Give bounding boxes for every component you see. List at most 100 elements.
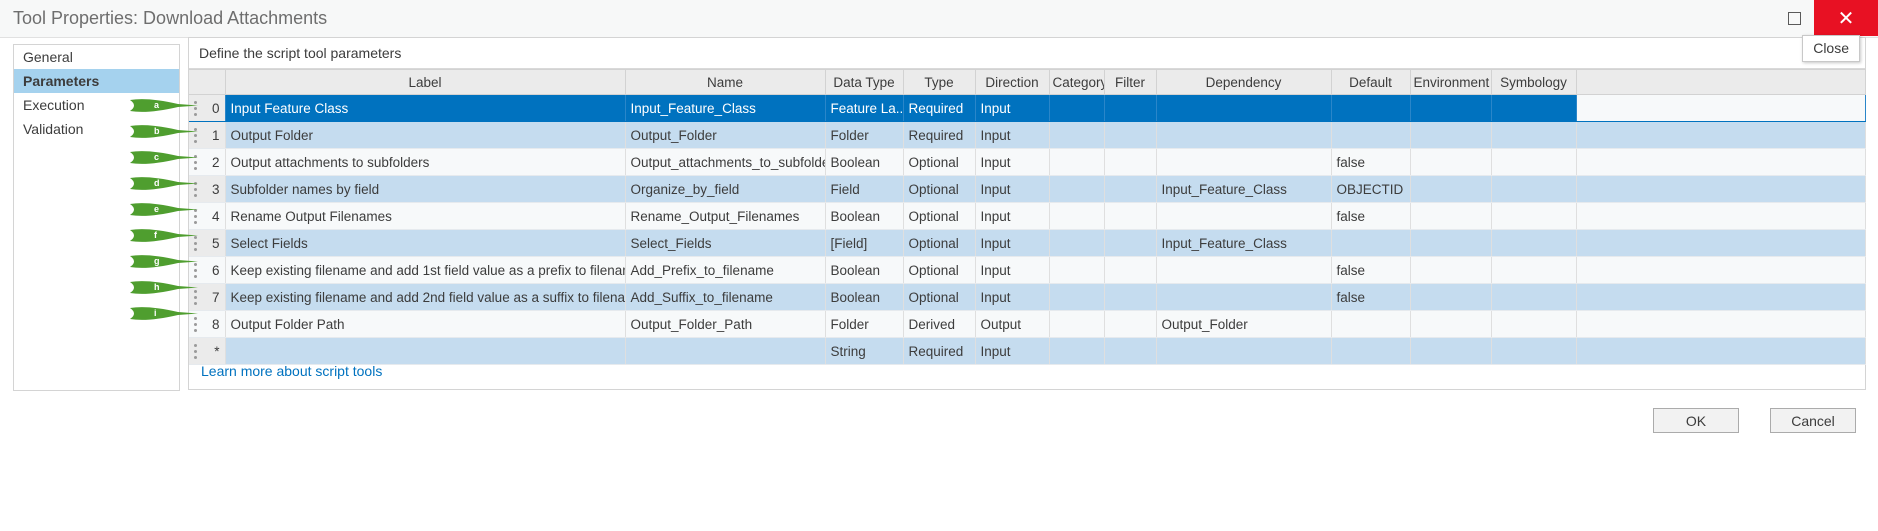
cell-direction[interactable]: Input — [975, 202, 1050, 230]
table-row[interactable]: 8 Output Folder Path Output_Folder_Path Fol… — [189, 310, 1866, 338]
cell-data-type[interactable]: [Field] — [825, 229, 904, 257]
sidebar-item-validation[interactable]: Validation — [14, 117, 179, 141]
cell-default[interactable] — [1331, 337, 1411, 365]
cell-dependency[interactable] — [1156, 256, 1332, 284]
cell-data-type[interactable]: Boolean — [825, 283, 904, 311]
cell-environment[interactable] — [1410, 283, 1492, 311]
cell-data-type[interactable]: Boolean — [825, 202, 904, 230]
cell-dependency[interactable] — [1156, 148, 1332, 176]
learn-more-link[interactable]: Learn more about script tools — [201, 363, 382, 379]
cell-type[interactable]: Optional — [903, 229, 976, 257]
cell-category[interactable] — [1049, 256, 1105, 284]
row-handle[interactable]: 0 — [189, 94, 226, 122]
cell-type[interactable]: Required — [903, 121, 976, 149]
cell-symbology[interactable] — [1491, 337, 1577, 365]
cell-symbology[interactable] — [1491, 229, 1577, 257]
cell-data-type[interactable]: String — [825, 337, 904, 365]
cell-symbology[interactable] — [1491, 202, 1577, 230]
cell-default[interactable]: false — [1331, 202, 1411, 230]
cancel-button[interactable]: Cancel — [1770, 408, 1856, 433]
cell-name[interactable]: Select_Fields — [625, 229, 826, 257]
column-header-dependency[interactable]: Dependency — [1156, 69, 1332, 95]
cell-environment[interactable] — [1410, 256, 1492, 284]
column-header-direction[interactable]: Direction — [975, 69, 1050, 95]
cell-dependency[interactable] — [1156, 283, 1332, 311]
cell-default[interactable] — [1331, 229, 1411, 257]
cell-label[interactable]: Subfolder names by field — [225, 175, 626, 203]
cell-category[interactable] — [1049, 94, 1105, 122]
cell-type[interactable]: Optional — [903, 256, 976, 284]
column-header-type[interactable]: Type — [903, 69, 976, 95]
row-handle[interactable]: 7 — [189, 283, 226, 311]
cell-symbology[interactable] — [1491, 94, 1577, 122]
cell-name[interactable]: Organize_by_field — [625, 175, 826, 203]
sidebar-item-execution[interactable]: Execution — [14, 93, 179, 117]
row-handle[interactable]: 3 — [189, 175, 226, 203]
table-row[interactable]: * String Required Input — [189, 337, 1866, 365]
drag-handle-icon[interactable] — [194, 317, 197, 335]
drag-handle-icon[interactable] — [194, 236, 197, 254]
cell-label[interactable]: Rename Output Filenames — [225, 202, 626, 230]
cell-label[interactable]: Keep existing filename and add 1st field… — [225, 256, 626, 284]
cell-type[interactable]: Required — [903, 94, 976, 122]
cell-type[interactable]: Optional — [903, 175, 976, 203]
cell-symbology[interactable] — [1491, 256, 1577, 284]
cell-symbology[interactable] — [1491, 310, 1577, 338]
cell-category[interactable] — [1049, 202, 1105, 230]
close-button[interactable]: ✕ — [1814, 0, 1878, 36]
cell-type[interactable]: Derived — [903, 310, 976, 338]
table-row[interactable]: 3 Subfolder names by field Organize_by_fie… — [189, 175, 1866, 203]
cell-direction[interactable]: Input — [975, 337, 1050, 365]
drag-handle-icon[interactable] — [194, 182, 197, 200]
cell-category[interactable] — [1049, 283, 1105, 311]
cell-environment[interactable] — [1410, 94, 1492, 122]
row-handle[interactable]: 4 — [189, 202, 226, 230]
cell-symbology[interactable] — [1491, 283, 1577, 311]
table-row[interactable]: 5 Select Fields Select_Fields [Field] Option… — [189, 229, 1866, 257]
cell-data-type[interactable]: Folder — [825, 121, 904, 149]
drag-handle-icon[interactable] — [194, 263, 197, 281]
row-handle[interactable]: 2 — [189, 148, 226, 176]
cell-dependency[interactable]: Input_Feature_Class — [1156, 229, 1332, 257]
cell-name[interactable]: Rename_Output_Filenames — [625, 202, 826, 230]
cell-default[interactable]: OBJECTID — [1331, 175, 1411, 203]
table-row[interactable]: 1 Output Folder Output_Folder Folder Require… — [189, 121, 1866, 149]
column-header-name[interactable]: Name — [625, 69, 826, 95]
cell-dependency[interactable] — [1156, 94, 1332, 122]
cell-label[interactable] — [225, 337, 626, 365]
cell-dependency[interactable] — [1156, 121, 1332, 149]
table-row[interactable]: 6 Keep existing filename and add 1st fiel… — [189, 256, 1866, 284]
drag-handle-icon[interactable] — [194, 155, 197, 173]
cell-default[interactable]: false — [1331, 283, 1411, 311]
drag-handle-icon[interactable] — [194, 128, 197, 146]
cell-category[interactable] — [1049, 148, 1105, 176]
cell-direction[interactable]: Input — [975, 94, 1050, 122]
cell-data-type[interactable]: Field — [825, 175, 904, 203]
cell-symbology[interactable] — [1491, 175, 1577, 203]
column-header-filter[interactable]: Filter — [1104, 69, 1157, 95]
cell-environment[interactable] — [1410, 310, 1492, 338]
cell-dependency[interactable] — [1156, 202, 1332, 230]
cell-filter[interactable] — [1104, 94, 1157, 122]
maximize-button[interactable] — [1771, 0, 1817, 36]
table-row[interactable]: 7 Keep existing filename and add 2nd fiel… — [189, 283, 1866, 311]
cell-dependency[interactable]: Output_Folder — [1156, 310, 1332, 338]
cell-category[interactable] — [1049, 175, 1105, 203]
cell-type[interactable]: Optional — [903, 202, 976, 230]
cell-filter[interactable] — [1104, 256, 1157, 284]
cell-environment[interactable] — [1410, 148, 1492, 176]
row-handle[interactable]: * — [189, 337, 226, 365]
cell-type[interactable]: Optional — [903, 148, 976, 176]
sidebar-item-general[interactable]: General — [14, 45, 179, 69]
cell-type[interactable]: Required — [903, 337, 976, 365]
cell-direction[interactable]: Output — [975, 310, 1050, 338]
table-row[interactable]: 2 Output attachments to subfolders Output_… — [189, 148, 1866, 176]
cell-environment[interactable] — [1410, 202, 1492, 230]
cell-filter[interactable] — [1104, 337, 1157, 365]
cell-symbology[interactable] — [1491, 148, 1577, 176]
cell-category[interactable] — [1049, 229, 1105, 257]
cell-data-type[interactable]: Folder — [825, 310, 904, 338]
cell-data-type[interactable]: Boolean — [825, 148, 904, 176]
cell-label[interactable]: Output Folder Path — [225, 310, 626, 338]
cell-direction[interactable]: Input — [975, 121, 1050, 149]
